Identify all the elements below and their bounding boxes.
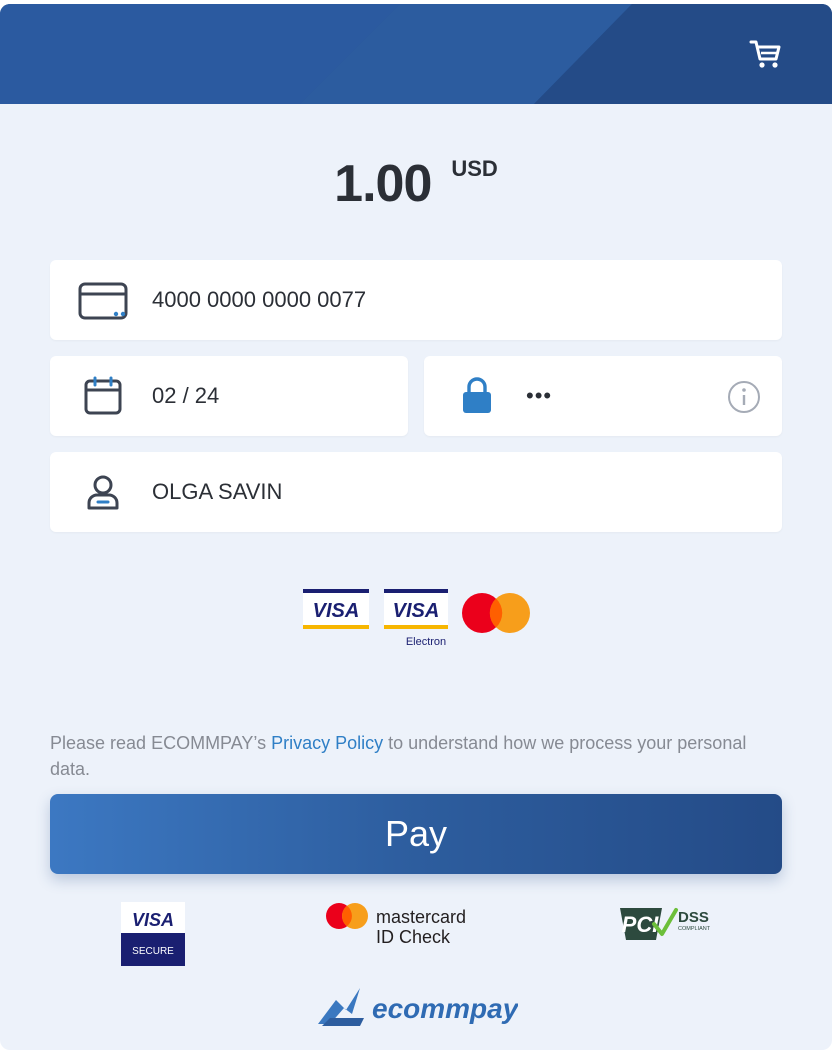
mastercard-id-check-badge: mastercard ID Check [326, 903, 466, 946]
visa-electron-logo: VISA Electron [384, 589, 448, 648]
payment-form: 1.00 USD 4000 0000 0000 0077 02 / 24 ••• [0, 4, 832, 1050]
card-number-field[interactable]: 4000 0000 0000 0077 [50, 260, 782, 340]
user-icon [87, 475, 119, 510]
cvv-input[interactable]: ••• [526, 383, 552, 409]
amount-value: 1.00 [334, 155, 432, 213]
dss-text: DSS [678, 909, 709, 926]
id-check-text: ID Check [376, 927, 451, 946]
visa-secure-badge: VISA SECURE [121, 902, 185, 966]
credit-card-icon [78, 282, 128, 320]
visa-logo: VISA [303, 589, 369, 629]
privacy-notice: Please read ECOMMPAY’s Privacy Policy to… [50, 730, 782, 782]
info-icon[interactable] [727, 380, 761, 414]
privacy-policy-link[interactable]: Privacy Policy [271, 733, 383, 753]
expiry-input[interactable]: 02 / 24 [152, 383, 219, 409]
visa-secure-bottom-text: SECURE [132, 946, 174, 957]
pay-button[interactable]: Pay [50, 794, 782, 874]
cardholder-field[interactable]: OLGA SAVIN [50, 452, 782, 532]
accepted-cards: VISA VISA Electron [303, 589, 530, 648]
cardholder-input[interactable]: OLGA SAVIN [152, 479, 282, 505]
calendar-icon [84, 376, 122, 415]
amount-currency: USD [451, 156, 498, 182]
visa-electron-logo-text: VISA [393, 600, 440, 622]
lock-icon [463, 377, 491, 413]
ecommpay-logo: ecommpay [318, 988, 518, 1026]
cvv-field[interactable]: ••• [424, 356, 782, 436]
privacy-prefix: Please read ECOMMPAY’s [50, 733, 272, 753]
ecommpay-logo-text: ecommpay [372, 993, 518, 1024]
visa-electron-subtext: Electron [406, 636, 446, 648]
visa-secure-top-text: VISA [132, 910, 174, 930]
expiry-field[interactable]: 02 / 24 [50, 356, 408, 436]
amount-display: 1.00 USD [0, 154, 832, 214]
dss-compliant-text: COMPLIANT [678, 926, 711, 932]
shopping-cart-icon[interactable] [748, 36, 784, 72]
mastercard-text: mastercard [376, 907, 466, 927]
header-banner [0, 4, 832, 104]
pay-button-label: Pay [384, 813, 448, 854]
pci-dss-badge: PCI DSS COMPLIANT [620, 908, 711, 940]
mastercard-logo [462, 593, 530, 633]
card-number-input[interactable]: 4000 0000 0000 0077 [152, 287, 366, 313]
visa-logo-text: VISA [313, 600, 360, 622]
